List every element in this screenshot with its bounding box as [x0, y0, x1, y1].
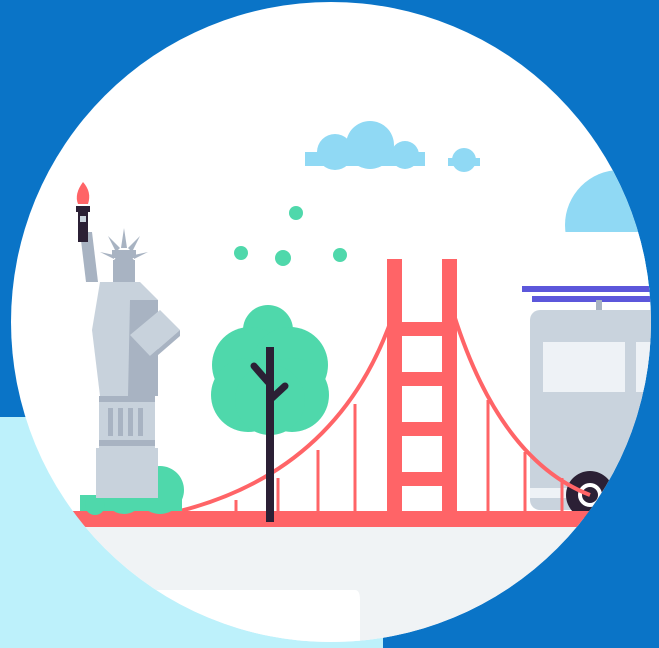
- illustration-canvas: [0, 0, 659, 648]
- bridge-deck: [20, 511, 651, 527]
